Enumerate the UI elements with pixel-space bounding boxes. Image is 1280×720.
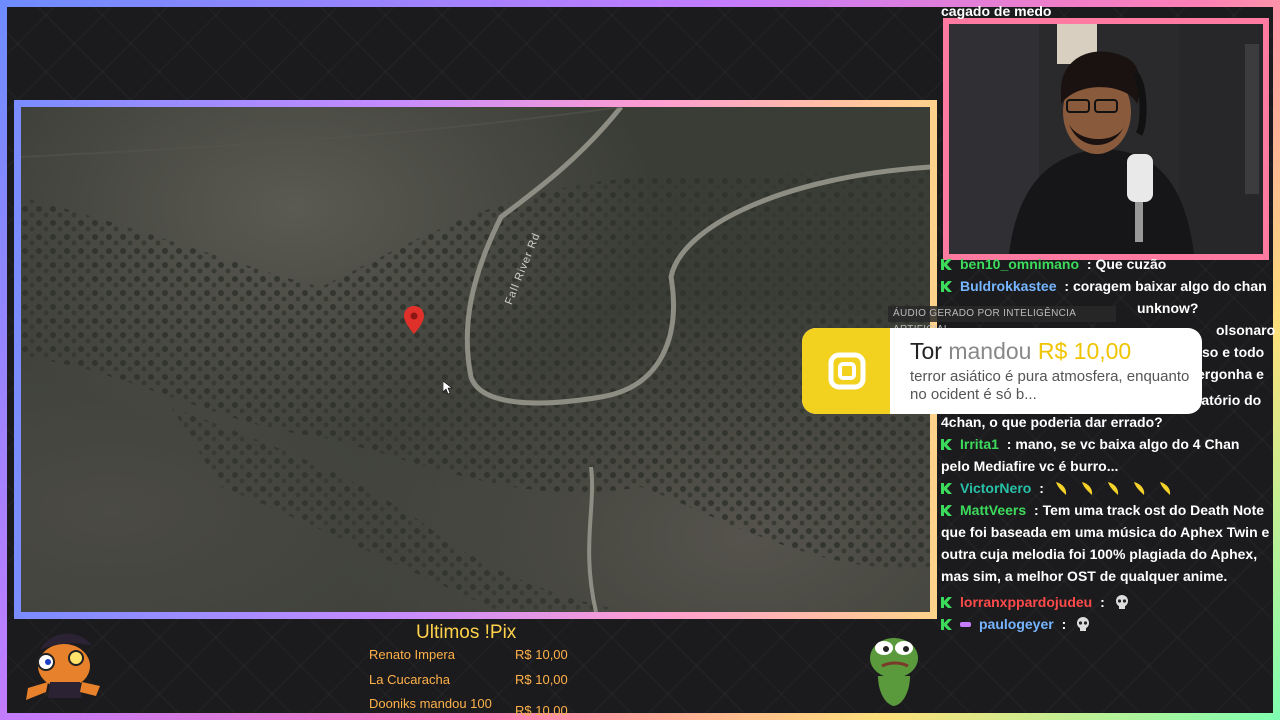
chat-username[interactable]: Irrita1: [960, 436, 999, 452]
k-badge-icon: [941, 483, 952, 494]
chat-text: Que cuzão: [1095, 256, 1167, 272]
pix-icon: [828, 352, 866, 390]
chat-message: paulogeyer :: [941, 613, 1271, 635]
sub-badge-icon: [960, 622, 971, 627]
mascot-character-icon: [26, 633, 100, 700]
ai-audio-banner: ÁUDIO GERADO POR INTELIGÊNCIA ARTIFICIAL: [888, 306, 1116, 335]
k-badge-icon: [941, 439, 952, 450]
chat-message: Buldrokkastee : coragem baixar algo do c…: [941, 275, 1271, 297]
banana-emote-icon: [1055, 482, 1066, 495]
map-pin-icon[interactable]: [404, 306, 424, 334]
k-badge-icon: [941, 281, 952, 292]
alert-amount: R$ 10,00: [1037, 338, 1132, 364]
pepe-frog-icon: [870, 638, 918, 706]
skull-emote-icon: [1115, 595, 1128, 609]
pix-donor-name: Dooniks mandou 100: [369, 696, 492, 711]
donation-alert: Tor mandou R$ 10,00 terror asiático é pu…: [802, 328, 1202, 414]
banana-emote-icon: [1159, 482, 1170, 495]
chat-text: coragem baixar algo do chan: [1072, 278, 1267, 294]
pix-amount: R$ 10,00: [515, 647, 568, 662]
k-badge-icon: [941, 505, 952, 516]
webcam-feed: [949, 24, 1263, 254]
chat-username[interactable]: ben10_omnimano: [960, 256, 1079, 272]
pix-amount: R$ 10,00: [515, 703, 568, 718]
chat-message: ben10_omnimano : Que cuzão: [941, 253, 1271, 275]
chat-username[interactable]: lorranxppardojudeu: [960, 594, 1092, 610]
k-badge-icon: [941, 259, 952, 270]
pix-donor-name: La Cucaracha: [369, 672, 450, 687]
chat-message: VictorNero :: [941, 477, 1271, 499]
chat-text: unknow?: [1137, 300, 1199, 316]
chat-message: MattVeers : Tem uma track ost do Death N…: [941, 502, 1270, 584]
chat-message: lorranxppardojudeu :: [941, 591, 1271, 613]
alert-verb: mandou: [948, 338, 1032, 364]
alert-message: terror asiático é pura atmosfera, enquan…: [910, 368, 1190, 403]
banana-emote-icon: [1107, 482, 1118, 495]
banana-emote-icon: [1133, 482, 1144, 495]
skull-emote-icon: [1077, 617, 1090, 631]
alert-title: Tor mandou R$ 10,00: [910, 338, 1131, 365]
chat-username[interactable]: MattVeers: [960, 502, 1026, 518]
banana-emote-icon: [1081, 482, 1092, 495]
k-badge-icon: [941, 597, 952, 608]
alert-donor-name: Tor: [910, 338, 942, 364]
pix-amount: R$ 10,00: [515, 672, 568, 687]
chat-message: Irrita1 : mano, se vc baixa algo do 4 Ch…: [941, 436, 1240, 474]
satellite-map[interactable]: Fall River Rd: [21, 107, 930, 612]
k-badge-icon: [941, 619, 952, 630]
chat-username[interactable]: paulogeyer: [979, 616, 1054, 632]
pix-donor-name: Renato Impera: [369, 647, 455, 662]
pix-title: Ultimos !Pix: [416, 622, 517, 643]
chat-message-top: cagado de medo: [941, 3, 1052, 19]
alert-icon-box: [802, 328, 890, 414]
chat-username[interactable]: VictorNero: [960, 480, 1031, 496]
mouse-cursor-icon: [443, 381, 453, 395]
chat-username[interactable]: Buldrokkastee: [960, 278, 1056, 294]
